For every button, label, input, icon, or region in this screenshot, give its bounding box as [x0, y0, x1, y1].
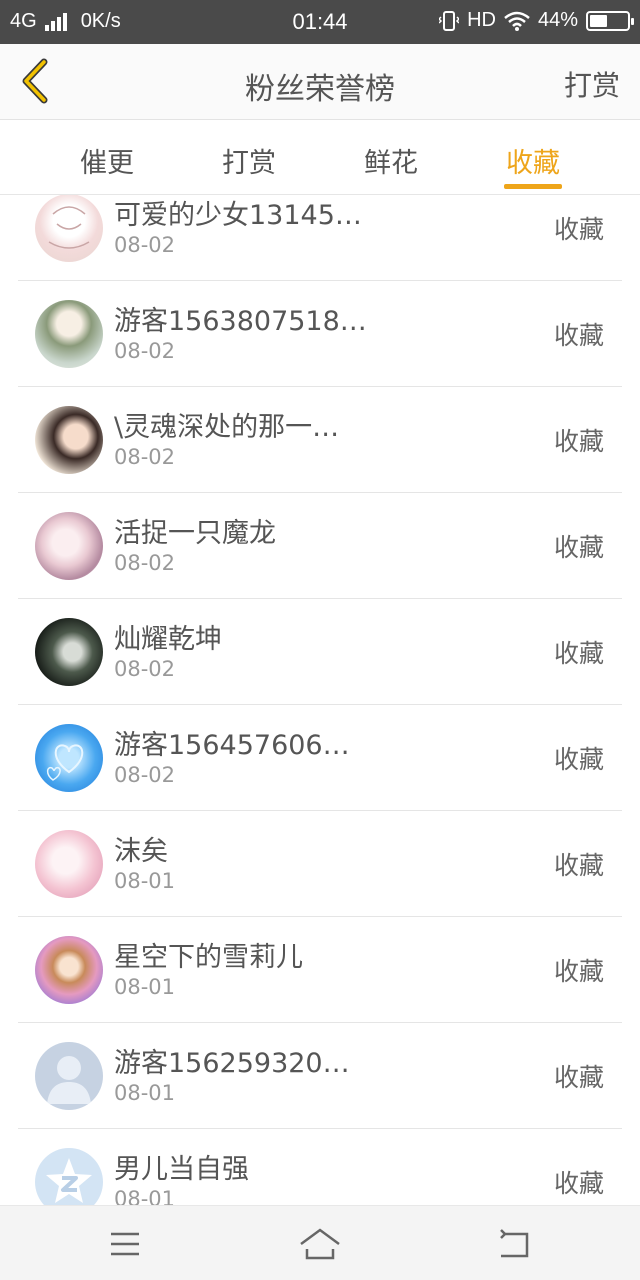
action-label: 收藏	[553, 321, 604, 350]
action-label: 收藏	[553, 1169, 604, 1198]
avatar-photo-girl-icon	[35, 406, 103, 474]
home-icon[interactable]	[298, 1224, 342, 1264]
activity-date: 08-02	[114, 339, 176, 363]
active-tab-indicator	[504, 184, 562, 189]
activity-date: 08-02	[114, 233, 176, 257]
action-label: 收藏	[553, 427, 604, 456]
system-nav-bar	[0, 1205, 640, 1280]
list-item[interactable]: 星空下的雪莉儿 08-01 收藏	[18, 917, 622, 1023]
action-label: 收藏	[553, 745, 604, 774]
activity-date: 08-01	[114, 1081, 176, 1105]
avatar-anime-foxgirl-icon	[35, 512, 103, 580]
user-name: 男儿当自强	[114, 1154, 249, 1185]
action-label: 收藏	[553, 851, 604, 880]
avatar-pink-anime-icon	[35, 830, 103, 898]
avatar-blue-hearts-icon	[35, 724, 103, 792]
user-name: 可爱的少女13145…	[114, 200, 362, 231]
tab-bar: 催更 打赏 鲜花 收藏	[0, 121, 640, 195]
activity-date: 08-01	[114, 869, 176, 893]
user-name: 游客156457606…	[114, 730, 350, 761]
fan-list: 可爱的少女13145… 08-02 收藏 游客1563807518… 08-02…	[0, 195, 640, 1205]
activity-date: 08-02	[114, 657, 176, 681]
activity-date: 08-01	[114, 975, 176, 999]
user-name: 游客156259320…	[114, 1048, 350, 1079]
list-item[interactable]: 男儿当自强 08-01 收藏	[18, 1129, 622, 1205]
user-name: 活捉一只魔龙	[114, 518, 276, 549]
battery-icon	[586, 10, 634, 31]
user-name: 游客1563807518…	[114, 306, 367, 337]
wifi-icon	[504, 11, 530, 31]
activity-date: 08-02	[114, 763, 176, 787]
app-header: 粉丝荣誉榜 打赏	[0, 44, 640, 120]
tab-favorites[interactable]: 收藏	[478, 141, 588, 180]
vibrate-icon	[439, 10, 460, 31]
list-item[interactable]: 游客1563807518… 08-02 收藏	[18, 281, 622, 387]
list-item[interactable]: 游客156457606… 08-02 收藏	[18, 705, 622, 811]
list-item[interactable]: 游客156259320… 08-01 收藏	[18, 1023, 622, 1129]
user-name: 星空下的雪莉儿	[114, 942, 303, 973]
avatar-dark-anime-icon	[35, 618, 103, 686]
tab-flowers[interactable]: 鲜花	[336, 141, 446, 180]
list-item[interactable]: 可爱的少女13145… 08-02 收藏	[18, 195, 622, 281]
user-name: 沫矣	[114, 836, 168, 867]
menu-icon[interactable]	[103, 1224, 147, 1264]
list-item[interactable]: 活捉一只魔龙 08-02 收藏	[18, 493, 622, 599]
activity-date: 08-02	[114, 445, 176, 469]
user-name: 灿耀乾坤	[114, 624, 222, 655]
action-label: 收藏	[553, 533, 604, 562]
list-item[interactable]: \灵魂深处的那一… 08-02 收藏	[18, 387, 622, 493]
status-right: HD 44%	[439, 9, 634, 32]
tab-urge[interactable]: 催更	[52, 141, 162, 180]
activity-date: 08-01	[114, 1187, 176, 1205]
avatar-sketch-girl-icon	[35, 195, 103, 262]
user-name: \灵魂深处的那一…	[114, 412, 340, 443]
avatar-flower-anime-icon	[35, 936, 103, 1004]
avatar-anime-elf-icon	[35, 300, 103, 368]
back-icon[interactable]	[493, 1224, 537, 1264]
list-item[interactable]: 灿耀乾坤 08-02 收藏	[18, 599, 622, 705]
reward-button[interactable]: 打赏	[564, 64, 620, 104]
battery-percent: 44%	[537, 9, 578, 31]
activity-date: 08-02	[114, 551, 176, 575]
action-label: 收藏	[553, 639, 604, 668]
page-title: 粉丝荣誉榜	[245, 72, 395, 107]
list-item[interactable]: 沫矣 08-01 收藏	[18, 811, 622, 917]
status-bar: 4G 0K/s 01:44 HD 44%	[0, 0, 640, 44]
avatar-default-person-icon	[35, 1042, 103, 1110]
tab-reward[interactable]: 打赏	[194, 141, 304, 180]
action-label: 收藏	[553, 957, 604, 986]
action-label: 收藏	[553, 1063, 604, 1092]
hd-badge: HD	[467, 9, 496, 31]
action-label: 收藏	[553, 215, 604, 244]
avatar-qzone-star-icon	[35, 1148, 103, 1205]
